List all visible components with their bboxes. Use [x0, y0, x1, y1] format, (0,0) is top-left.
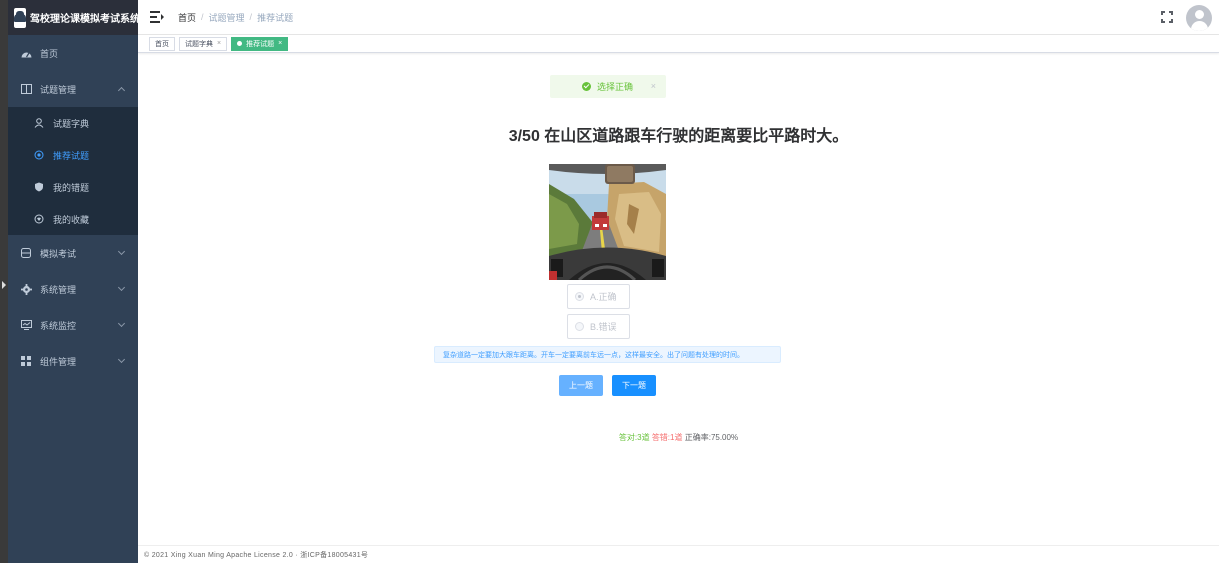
- check-circle-icon: [582, 82, 591, 91]
- sidebar-item-label: 组件管理: [40, 356, 77, 367]
- sidebar-item-label: 系统监控: [40, 320, 77, 331]
- sidebar-item-system-management[interactable]: 系统管理: [8, 271, 138, 307]
- sidebar-item-label: 试题管理: [40, 84, 77, 95]
- tags-view: 首页 试题字典 × 推荐试题 ×: [138, 35, 1219, 53]
- grid-icon: [20, 355, 32, 367]
- chevron-up-icon: [117, 86, 126, 95]
- dashboard-icon: [20, 47, 32, 59]
- window-edge: [0, 0, 8, 563]
- tag-label: 推荐试题: [246, 40, 275, 48]
- shield-icon: [33, 181, 45, 193]
- radio-button[interactable]: [575, 322, 584, 331]
- sidebar-item-label: 试题字典: [53, 118, 90, 129]
- tag-question-dictionary[interactable]: 试题字典 ×: [179, 36, 228, 51]
- user-icon: [33, 117, 45, 129]
- sidebar-item-component-management[interactable]: 组件管理: [8, 343, 138, 379]
- car-icon: [14, 7, 26, 28]
- option-a[interactable]: A.正确: [567, 284, 630, 309]
- hamburger-icon[interactable]: [150, 11, 164, 23]
- sidebar-item-label: 推荐试题: [53, 150, 90, 161]
- close-icon[interactable]: ×: [217, 40, 221, 47]
- breadcrumb: 首页 / 试题管理 / 推荐试题: [178, 11, 293, 24]
- expand-arrow-icon[interactable]: [2, 281, 6, 289]
- avatar[interactable]: [1186, 5, 1212, 31]
- breadcrumb-current: 推荐试题: [257, 12, 294, 23]
- answer-options: A.正确 B.错误: [567, 284, 630, 344]
- option-label: B.错误: [590, 322, 617, 332]
- explanation-box: 复杂道路一定要加大跟车距离。开车一定要离前车远一点，这样最安全。出了问题有处理的…: [434, 346, 781, 363]
- sidebar-item-mock-exam[interactable]: 模拟考试: [8, 235, 138, 271]
- close-icon[interactable]: ×: [651, 81, 656, 91]
- sidebar-item-question-management[interactable]: 试题管理: [8, 71, 138, 107]
- sidebar-item-system-monitor[interactable]: 系统监控: [8, 307, 138, 343]
- sidebar: 驾校理论课模拟考试系统 首页 试题管理 试题字典 推荐试题 我的错题 我的收藏 …: [8, 0, 140, 563]
- fullscreen-icon[interactable]: [1161, 11, 1173, 23]
- active-dot-icon: [237, 41, 243, 46]
- app-title: 驾校理论课模拟考试系统: [30, 14, 140, 25]
- question-image: [549, 164, 666, 280]
- monitor-icon: [20, 319, 32, 331]
- chevron-down-icon: [117, 247, 126, 256]
- sidebar-item-home[interactable]: 首页: [8, 35, 138, 71]
- gear-icon: [20, 283, 32, 295]
- sidebar-item-my-favorites[interactable]: 我的收藏: [8, 203, 138, 235]
- top-navbar: 首页 / 试题管理 / 推荐试题: [138, 0, 1219, 35]
- tag-label: 首页: [155, 40, 169, 48]
- sidebar-item-label: 首页: [40, 48, 59, 59]
- heart-icon: [33, 213, 45, 225]
- option-b[interactable]: B.错误: [567, 314, 630, 339]
- book-icon: [20, 83, 32, 95]
- app-logo[interactable]: 驾校理论课模拟考试系统: [8, 0, 140, 35]
- option-label: A.正确: [590, 292, 617, 302]
- footer: © 2021 Xing Xuan Ming Apache License 2.0…: [138, 545, 1219, 563]
- chevron-down-icon: [117, 319, 126, 328]
- breadcrumb-question-management: 试题管理: [208, 12, 245, 23]
- sidebar-item-recommended-questions[interactable]: 推荐试题: [8, 139, 138, 171]
- database-icon: [20, 247, 32, 259]
- close-icon[interactable]: ×: [278, 40, 282, 47]
- tag-home[interactable]: 首页: [149, 36, 175, 51]
- previous-question-button[interactable]: 上一题: [559, 375, 603, 396]
- wrong-count: 答错:1道: [651, 433, 683, 442]
- chevron-down-icon: [117, 283, 126, 292]
- next-question-button[interactable]: 下一题: [612, 375, 656, 396]
- main-content: 选择正确 × 3/50 在山区道路跟车行驶的距离要比平路时大。 A.正确 B.错…: [138, 56, 1219, 545]
- tag-recommended-questions[interactable]: 推荐试题 ×: [231, 36, 289, 51]
- breadcrumb-home[interactable]: 首页: [178, 11, 196, 24]
- sidebar-item-label: 我的收藏: [53, 214, 90, 225]
- sidebar-item-label: 系统管理: [40, 284, 77, 295]
- success-alert: 选择正确 ×: [550, 75, 666, 98]
- sidebar-item-question-dictionary[interactable]: 试题字典: [8, 107, 138, 139]
- alert-text: 选择正确: [597, 82, 634, 92]
- question-title: 3/50 在山区道路跟车行驶的距离要比平路时大。: [508, 128, 849, 145]
- tag-label: 试题字典: [185, 40, 213, 48]
- target-icon: [33, 149, 45, 161]
- answer-statistics: 答对:3道 答错:1道 正确率:75.00%: [138, 432, 1219, 443]
- correct-count: 答对:3道: [618, 433, 650, 442]
- accuracy-rate: 正确率:75.00%: [684, 433, 739, 442]
- chevron-down-icon: [117, 355, 126, 364]
- radio-button[interactable]: [575, 292, 584, 301]
- submenu-question-management: 试题字典 推荐试题 我的错题 我的收藏: [8, 107, 138, 235]
- sidebar-item-my-wrong-questions[interactable]: 我的错题: [8, 171, 138, 203]
- sidebar-item-label: 模拟考试: [40, 248, 77, 259]
- breadcrumb-separator: /: [249, 12, 253, 22]
- breadcrumb-separator: /: [201, 12, 204, 22]
- sidebar-item-label: 我的错题: [53, 182, 90, 193]
